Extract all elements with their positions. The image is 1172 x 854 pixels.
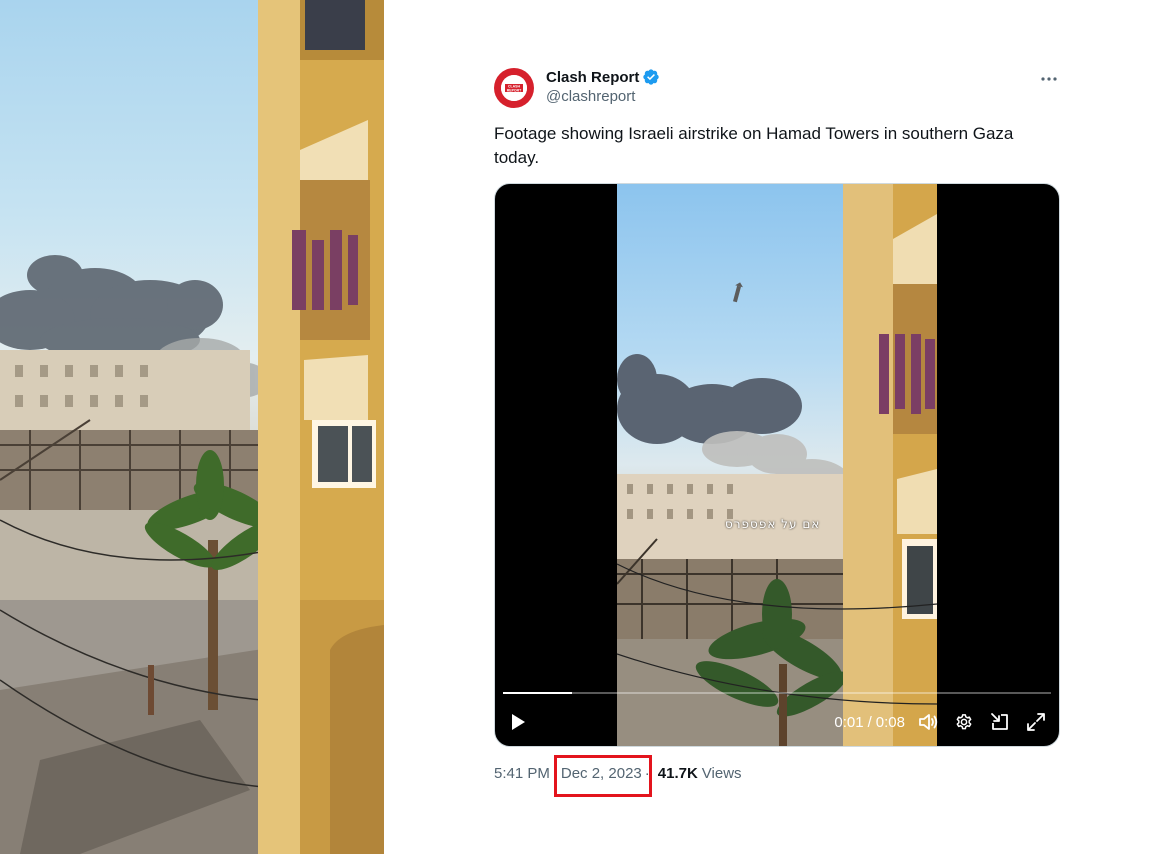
date-highlight-box bbox=[554, 755, 652, 797]
name-row: Clash Report bbox=[546, 68, 660, 86]
video-progress-track[interactable] bbox=[503, 692, 1051, 694]
video-progress-fill bbox=[503, 692, 572, 694]
author-handle[interactable]: @clashreport bbox=[546, 88, 660, 105]
more-options-icon[interactable] bbox=[1038, 68, 1060, 90]
picture-in-picture-icon[interactable] bbox=[989, 711, 1011, 733]
verified-badge-icon[interactable] bbox=[642, 68, 660, 86]
fullscreen-icon[interactable] bbox=[1025, 711, 1047, 733]
avatar-logo: CLASH REPORT bbox=[501, 75, 527, 101]
video-frame bbox=[617, 184, 937, 746]
video-duration: 0:08 bbox=[875, 713, 905, 731]
video-overlay-caption: אם על אפספרס bbox=[725, 517, 821, 531]
tweet-card: CLASH REPORT Clash Report @clashreport F… bbox=[494, 66, 1060, 797]
video-time-separator: / bbox=[867, 713, 872, 731]
views-count[interactable]: 41.7K bbox=[658, 765, 698, 782]
video-controls: 0:01/0:08 bbox=[495, 698, 1059, 746]
post-time[interactable]: 5:41 PM bbox=[494, 765, 550, 782]
settings-gear-icon[interactable] bbox=[953, 711, 975, 733]
airstrike-photo bbox=[0, 0, 384, 854]
svg-text:REPORT: REPORT bbox=[507, 89, 522, 93]
screenshot-canvas: CLASH REPORT Clash Report @clashreport F… bbox=[0, 0, 1172, 854]
clash-logo-icon: CLASH REPORT bbox=[501, 75, 527, 101]
avatar[interactable]: CLASH REPORT bbox=[494, 68, 534, 108]
video-time: 0:01/0:08 bbox=[834, 714, 905, 731]
video-current-time: 0:01 bbox=[834, 713, 864, 731]
tweet-meta: 5:41 PM · Dec 2, 2023 · 41.7K Views bbox=[494, 755, 1060, 797]
tweet-text: Footage showing Israeli airstrike on Ham… bbox=[494, 124, 1014, 167]
video-scene bbox=[617, 184, 937, 746]
author-display-name[interactable]: Clash Report bbox=[546, 69, 639, 86]
tweet-header: CLASH REPORT Clash Report @clashreport bbox=[494, 66, 1060, 110]
video-player[interactable]: אם על אפספרס 0:01/0:08 bbox=[494, 183, 1060, 747]
author-block: Clash Report @clashreport bbox=[546, 68, 660, 105]
volume-icon[interactable] bbox=[917, 711, 939, 733]
photo-scene bbox=[0, 0, 384, 854]
play-icon[interactable] bbox=[507, 711, 529, 733]
views-label: Views bbox=[701, 765, 742, 782]
